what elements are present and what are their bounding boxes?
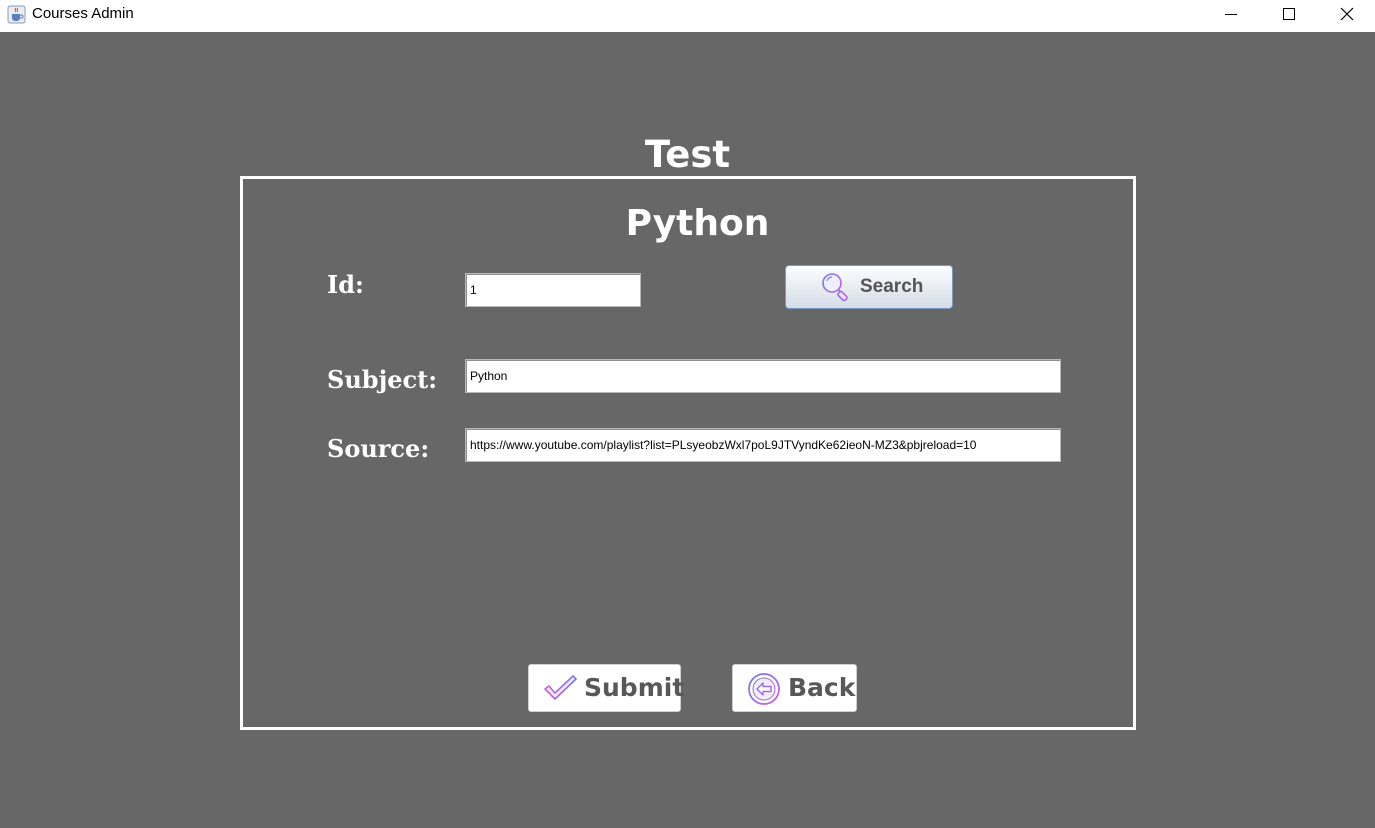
id-field[interactable]: 1	[465, 273, 641, 307]
window-titlebar[interactable]: Courses Admin	[0, 0, 1375, 32]
page-title: Test	[644, 133, 731, 176]
source-field[interactable]: https://www.youtube.com/playlist?list=PL…	[465, 428, 1061, 462]
search-button[interactable]: Search	[785, 265, 953, 309]
checkmark-icon	[543, 672, 577, 708]
submit-button-label: Submit	[584, 673, 685, 702]
back-button[interactable]: Back	[732, 664, 857, 712]
subject-label: Subject:	[327, 365, 438, 394]
id-label: Id:	[327, 270, 364, 299]
close-button[interactable]	[1318, 0, 1375, 28]
source-label: Source:	[327, 434, 430, 463]
back-arrow-icon	[747, 672, 781, 710]
minimize-icon	[1225, 14, 1237, 15]
window-title: Courses Admin	[32, 5, 134, 22]
maximize-button[interactable]	[1260, 0, 1318, 28]
submit-button[interactable]: Submit	[528, 664, 685, 712]
back-button-label: Back	[788, 673, 856, 702]
subject-field[interactable]: Python	[465, 359, 1061, 393]
close-icon	[1340, 7, 1354, 21]
java-cup-icon	[7, 5, 26, 24]
subject-heading: Python	[625, 203, 770, 244]
search-button-label: Search	[860, 276, 924, 297]
maximize-icon	[1283, 8, 1295, 20]
magnifier-icon	[819, 271, 853, 309]
minimize-button[interactable]	[1202, 0, 1260, 28]
